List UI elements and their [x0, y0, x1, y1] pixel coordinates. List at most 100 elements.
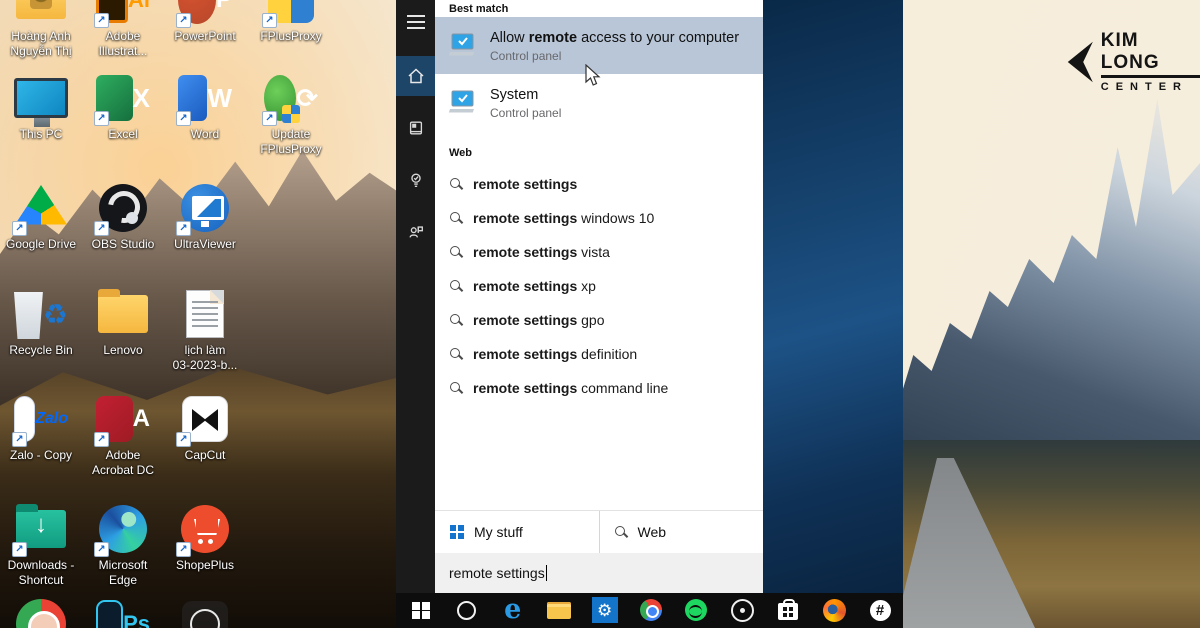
app-icon-glyph: ♻: [43, 298, 68, 331]
feedback-button[interactable]: [396, 212, 435, 252]
shortcut-arrow-icon: ↗: [94, 432, 109, 447]
notebook-icon: [407, 119, 425, 137]
desktop-icon[interactable]: ↗ Google Drive: [0, 182, 82, 288]
app-icon-glyph: ↓: [35, 511, 47, 539]
taskbar-button[interactable]: e: [490, 593, 536, 628]
desktop-icon[interactable]: ↗ Microsoft Edge: [82, 503, 164, 598]
search-suggestion[interactable]: remote settings command line: [435, 371, 763, 405]
search-suggestion[interactable]: remote settings: [435, 167, 763, 201]
app-icon-glyph: Zalo: [35, 410, 68, 428]
desktop-icon-label: Microsoft Edge: [99, 558, 148, 588]
desktop-icon[interactable]: Lenovo: [82, 288, 164, 393]
desktop-icon[interactable]: ↗ OBS Studio: [82, 182, 164, 288]
result-subtitle: Control panel: [490, 106, 561, 120]
desktop-icon[interactable]: Ps: [82, 598, 164, 628]
taskbar-button[interactable]: #: [857, 593, 903, 628]
search-icon: [450, 178, 462, 190]
desktop-icon[interactable]: P ↗ PowerPoint: [164, 0, 246, 72]
taskbar: e ⚙ #: [396, 593, 903, 628]
shortcut-arrow-icon: ↗: [94, 111, 109, 126]
desktop-icon[interactable]: ⟳ ↗ Update FPlusProxy: [250, 72, 332, 182]
search-suggestion[interactable]: remote settings xp: [435, 269, 763, 303]
shortcut-arrow-icon: ↗: [94, 221, 109, 236]
desktop-icon[interactable]: This PC: [0, 72, 82, 182]
desktop-icon[interactable]: ↓ ↗ Downloads - Shortcut: [0, 503, 82, 598]
desktop-icon[interactable]: A ↗ Adobe Acrobat DC: [82, 393, 164, 503]
desktop-icon-label: PowerPoint: [174, 29, 235, 44]
shortcut-arrow-icon: ↗: [12, 221, 27, 236]
web-search-button[interactable]: Web: [599, 511, 764, 553]
home-icon: [406, 66, 426, 86]
taskbar-button[interactable]: [398, 593, 444, 628]
search-icon: [615, 526, 627, 538]
taskbar-button[interactable]: [673, 593, 719, 628]
desktop-icon[interactable]: ↗ UltraViewer: [164, 182, 246, 288]
desktop-icon[interactable]: [0, 598, 82, 628]
desktop-icon[interactable]: ♻ Recycle Bin: [0, 288, 82, 393]
taskbar-icon: ⚙: [597, 602, 612, 619]
hamburger-menu-button[interactable]: [396, 2, 435, 42]
desktop-icon-label: Lenovo: [103, 343, 142, 358]
search-input[interactable]: remote settings: [435, 553, 763, 593]
taskbar-button[interactable]: [811, 593, 857, 628]
taskbar-button[interactable]: ⚙: [582, 593, 628, 628]
desktop-icon-label: Word: [191, 127, 219, 142]
hero-wallpaper-strip: [763, 0, 903, 593]
taskbar-button[interactable]: [628, 593, 674, 628]
desktop-icon[interactable]: lịch làm 03-2023-b...: [164, 288, 246, 393]
app-icon: [186, 290, 224, 338]
desktop-icon[interactable]: Zalo ↗ Zalo - Copy: [0, 393, 82, 503]
desktop-icon-label: lịch làm 03-2023-b...: [173, 343, 238, 373]
desktop-icon-label: Google Drive: [6, 237, 76, 252]
desktop-icon[interactable]: ↗ CapCut: [164, 393, 246, 503]
lightbulb-icon: [407, 171, 425, 189]
app-icon-glyph: Ps: [123, 611, 150, 628]
desktop-icon-label: UltraViewer: [174, 237, 236, 252]
app-icon: [98, 295, 148, 333]
search-suggestion[interactable]: remote settings gpo: [435, 303, 763, 337]
start-menu-sidebar: [396, 0, 435, 593]
home-button[interactable]: [396, 56, 435, 96]
shortcut-arrow-icon: ↗: [176, 432, 191, 447]
shortcut-arrow-icon: ↗: [94, 13, 109, 28]
desktop-icon[interactable]: Ai ↗ Adobe Illustrat...: [82, 0, 164, 72]
app-icon-glyph: ⟳: [296, 83, 318, 114]
desktop-icon-label: FPlusProxy: [260, 29, 321, 44]
desktop-icon[interactable]: ↗ ShopePlus: [164, 503, 246, 598]
taskbar-button[interactable]: [444, 593, 490, 628]
search-suggestion[interactable]: remote settings windows 10: [435, 201, 763, 235]
app-icon-glyph: X: [133, 83, 150, 114]
shortcut-arrow-icon: ↗: [94, 542, 109, 557]
desktop-icon[interactable]: Hoàng Anh Nguyễn Thị: [0, 0, 82, 72]
search-icon: [450, 246, 462, 258]
desktop-icon[interactable]: [164, 598, 246, 628]
desktop-icon[interactable]: W ↗ Word: [164, 72, 246, 182]
taskbar-button[interactable]: [719, 593, 765, 628]
taskbar-button[interactable]: [536, 593, 582, 628]
notebook-button[interactable]: [396, 108, 435, 148]
desktop-icon[interactable]: X ↗ Excel: [82, 72, 164, 182]
my-stuff-button[interactable]: My stuff: [435, 511, 599, 553]
shortcut-arrow-icon: ↗: [12, 542, 27, 557]
search-results-panel: Best match Allow remote access to your c…: [435, 0, 763, 593]
taskbar-button[interactable]: [765, 593, 811, 628]
search-suggestion[interactable]: remote settings definition: [435, 337, 763, 371]
app-icon-glyph: A: [133, 405, 150, 433]
desktop-icon-label: Downloads - Shortcut: [8, 558, 75, 588]
search-suggestion[interactable]: remote settings vista: [435, 235, 763, 269]
taskbar-icon: e: [504, 596, 521, 623]
search-icon: [450, 280, 462, 292]
remote-desktop-icon: [448, 33, 478, 59]
web-suggestions: remote settings remote settings windows …: [435, 167, 763, 405]
shortcut-arrow-icon: ↗: [12, 432, 27, 447]
search-icon: [450, 348, 462, 360]
app-icon: [14, 289, 43, 339]
text-caret: [546, 565, 547, 581]
desktop-icon[interactable]: ↗ FPlusProxy: [250, 0, 332, 72]
shortcut-arrow-icon: ↗: [262, 13, 277, 28]
reminders-button[interactable]: [396, 160, 435, 200]
web-section-header: Web: [435, 144, 763, 161]
desktop-icon-label: OBS Studio: [92, 237, 155, 252]
desktop-icons: Hoàng Anh Nguyễn Thị Ai ↗ Adobe Illustra…: [0, 0, 344, 628]
desktop-icon-label: Adobe Acrobat DC: [92, 448, 154, 478]
